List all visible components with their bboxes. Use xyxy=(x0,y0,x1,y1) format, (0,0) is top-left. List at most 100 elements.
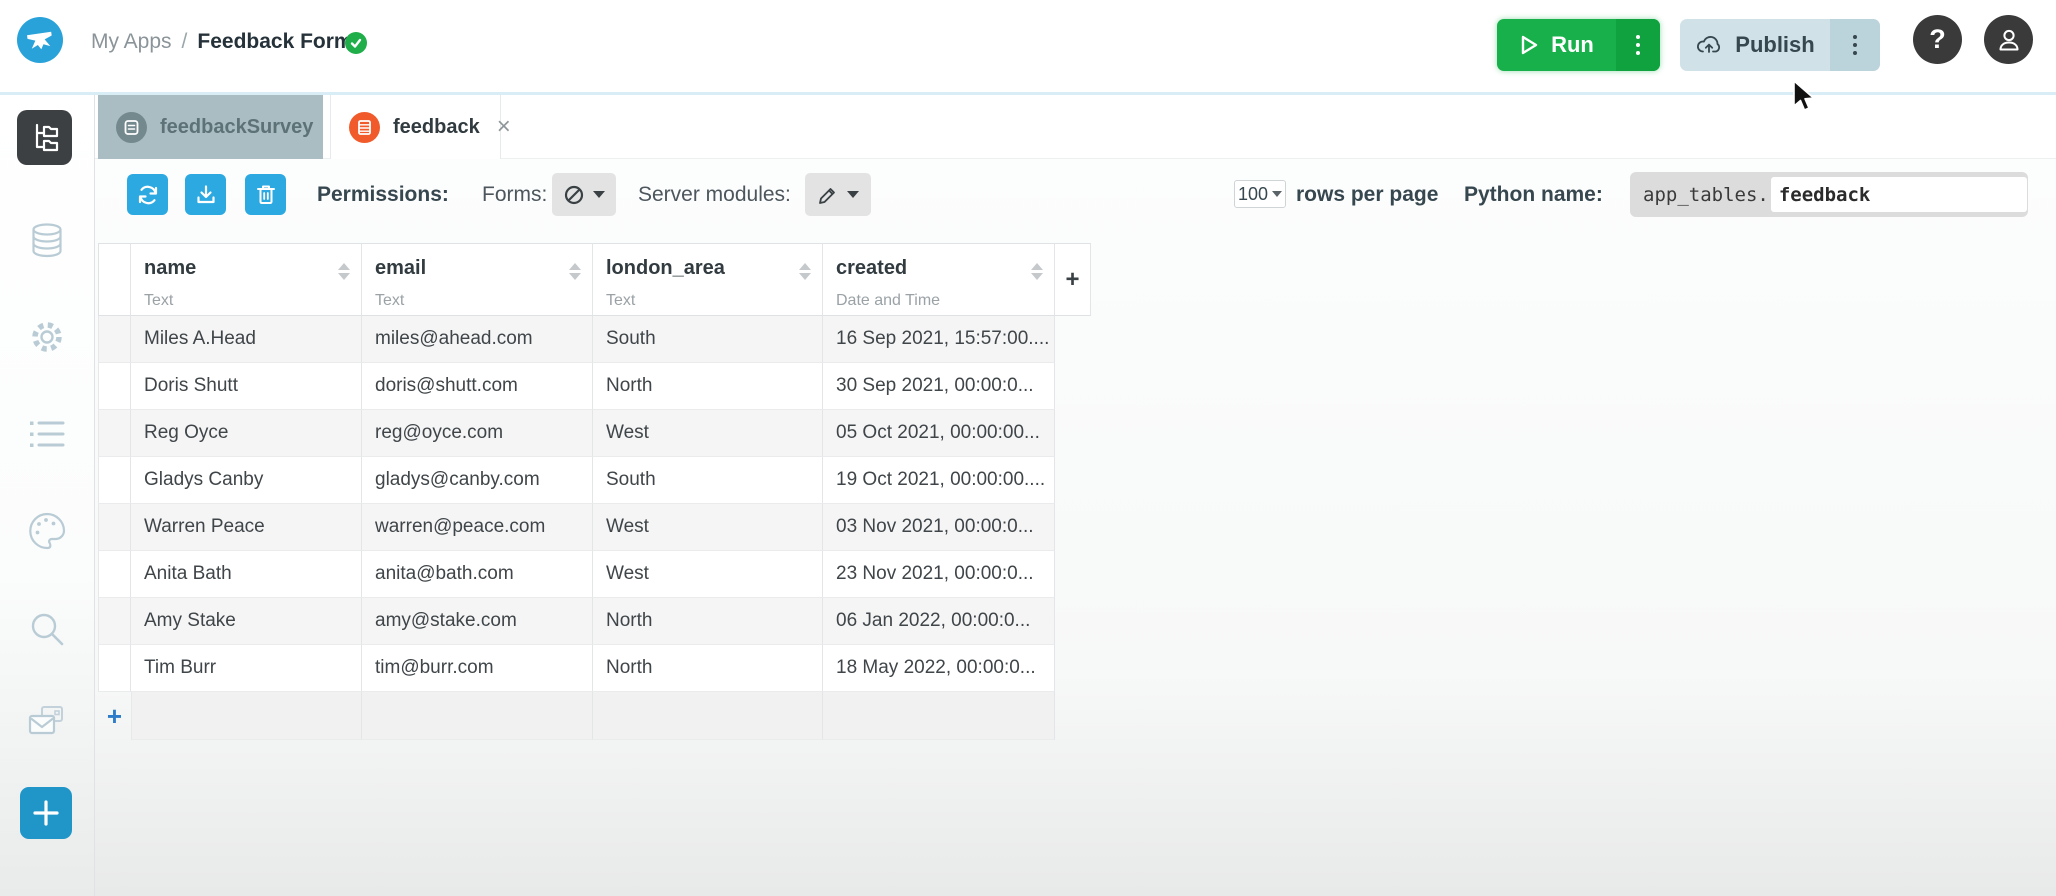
tab-feedback-table[interactable]: feedback × xyxy=(330,95,511,159)
sidebar-add-button[interactable] xyxy=(20,787,72,839)
export-table-button[interactable] xyxy=(185,174,226,215)
row-gutter[interactable] xyxy=(98,363,131,410)
tab-feedback-survey[interactable]: feedbackSurvey xyxy=(98,95,323,159)
sort-icon[interactable] xyxy=(569,263,581,280)
row-gutter[interactable] xyxy=(98,551,131,598)
table-cell[interactable]: Amy Stake xyxy=(131,598,362,645)
tab-label: feedbackSurvey xyxy=(160,115,314,138)
table-row: Tim Burr tim@burr.com North 18 May 2022,… xyxy=(98,645,1091,692)
table-cell[interactable]: South xyxy=(593,316,823,363)
breadcrumb-separator: / xyxy=(181,30,188,53)
table-cell[interactable]: 19 Oct 2021, 00:00:00.... xyxy=(823,457,1055,504)
search-icon xyxy=(26,608,68,650)
close-tab-icon[interactable]: × xyxy=(497,115,511,139)
sidebar-item-theme[interactable] xyxy=(25,509,69,553)
table-cell[interactable]: Tim Burr xyxy=(131,645,362,692)
refresh-table-button[interactable] xyxy=(127,174,168,215)
empty-cell[interactable] xyxy=(823,692,1055,740)
verified-badge-icon xyxy=(345,32,367,54)
sidebar-item-app-browser[interactable] xyxy=(17,110,72,165)
table-cell[interactable]: North xyxy=(593,645,823,692)
publish-options-button[interactable] xyxy=(1830,19,1880,71)
table-cell[interactable]: West xyxy=(593,551,823,598)
row-gutter[interactable] xyxy=(98,645,131,692)
list-icon xyxy=(26,416,68,452)
table-cell[interactable]: 06 Jan 2022, 00:00:0... xyxy=(823,598,1055,645)
row-gutter[interactable] xyxy=(98,504,131,551)
account-button[interactable] xyxy=(1984,15,2033,64)
table-cell[interactable]: North xyxy=(593,363,823,410)
add-row-button[interactable]: + xyxy=(98,692,131,740)
server-permission-dropdown[interactable] xyxy=(805,173,871,216)
table-cell[interactable]: 23 Nov 2021, 00:00:0... xyxy=(823,551,1055,598)
sort-icon[interactable] xyxy=(799,263,811,280)
forms-permission-label: Forms: xyxy=(482,183,548,206)
row-gutter[interactable] xyxy=(98,598,131,645)
row-gutter[interactable] xyxy=(98,457,131,504)
breadcrumb-my-apps[interactable]: My Apps xyxy=(91,30,172,53)
table-cell[interactable]: amy@stake.com xyxy=(362,598,593,645)
table-cell[interactable]: Doris Shutt xyxy=(131,363,362,410)
table-cell[interactable]: gladys@canby.com xyxy=(362,457,593,504)
table-cell[interactable]: tim@burr.com xyxy=(362,645,593,692)
sidebar-item-data-tables[interactable] xyxy=(25,219,69,263)
delete-table-button[interactable] xyxy=(245,174,286,215)
row-gutter[interactable] xyxy=(98,316,131,363)
row-gutter[interactable] xyxy=(98,410,131,457)
help-button[interactable]: ? xyxy=(1913,15,1962,64)
rows-per-page-label: rows per page xyxy=(1296,183,1439,206)
run-button-label: Run xyxy=(1551,32,1594,57)
python-name-input[interactable] xyxy=(1770,177,2027,212)
empty-cell[interactable] xyxy=(362,692,593,740)
table-cell[interactable]: 03 Nov 2021, 00:00:0... xyxy=(823,504,1055,551)
table-cell[interactable]: Gladys Canby xyxy=(131,457,362,504)
sidebar-item-outline[interactable] xyxy=(25,412,69,456)
table-cell[interactable]: 05 Oct 2021, 00:00:00... xyxy=(823,410,1055,457)
table-cell[interactable]: Warren Peace xyxy=(131,504,362,551)
empty-cell[interactable] xyxy=(593,692,823,740)
table-cell[interactable]: anita@bath.com xyxy=(362,551,593,598)
column-header-created[interactable]: created Date and Time xyxy=(823,243,1055,316)
sort-icon[interactable] xyxy=(1031,263,1043,280)
anvil-logo-icon[interactable] xyxy=(17,17,63,63)
column-header-name[interactable]: name Text xyxy=(131,243,362,316)
table-row: Amy Stake amy@stake.com North 06 Jan 202… xyxy=(98,598,1091,645)
kebab-icon xyxy=(1636,35,1640,55)
sidebar-item-services[interactable] xyxy=(25,700,69,744)
table-cell[interactable]: Miles A.Head xyxy=(131,316,362,363)
table-cell[interactable]: West xyxy=(593,504,823,551)
column-header-london-area[interactable]: london_area Text xyxy=(593,243,823,316)
table-cell[interactable]: doris@shutt.com xyxy=(362,363,593,410)
run-button[interactable]: Run xyxy=(1497,19,1660,71)
table-cell[interactable]: warren@peace.com xyxy=(362,504,593,551)
table-cell[interactable]: miles@ahead.com xyxy=(362,316,593,363)
table-row: Anita Bath anita@bath.com West 23 Nov 20… xyxy=(98,551,1091,598)
add-column-button[interactable]: + xyxy=(1055,243,1091,316)
table-row: Gladys Canby gladys@canby.com South 19 O… xyxy=(98,457,1091,504)
table-cell[interactable]: 30 Sep 2021, 00:00:0... xyxy=(823,363,1055,410)
sidebar-item-search[interactable] xyxy=(25,607,69,651)
sort-icon[interactable] xyxy=(338,263,350,280)
run-options-button[interactable] xyxy=(1616,19,1660,71)
table-cell[interactable]: North xyxy=(593,598,823,645)
table-cell[interactable]: West xyxy=(593,410,823,457)
database-icon xyxy=(25,219,69,263)
table-icon xyxy=(349,111,380,143)
table-row: Doris Shutt doris@shutt.com North 30 Sep… xyxy=(98,363,1091,410)
table-cell[interactable]: 16 Sep 2021, 15:57:00.... xyxy=(823,316,1055,363)
empty-cell[interactable] xyxy=(131,692,362,740)
left-sidebar xyxy=(0,95,95,896)
breadcrumb: My Apps / Feedback Form xyxy=(91,30,353,54)
publish-button[interactable]: Publish xyxy=(1680,19,1880,71)
table-cell[interactable]: South xyxy=(593,457,823,504)
forms-permission-dropdown[interactable] xyxy=(552,173,616,216)
sidebar-item-settings[interactable] xyxy=(25,315,69,359)
python-name-pill: app_tables. xyxy=(1630,172,2028,217)
rows-per-page-select[interactable]: 100 xyxy=(1234,180,1286,208)
column-header-email[interactable]: email Text xyxy=(362,243,593,316)
new-row: + xyxy=(98,692,1091,740)
table-cell[interactable]: reg@oyce.com xyxy=(362,410,593,457)
table-cell[interactable]: Anita Bath xyxy=(131,551,362,598)
table-cell[interactable]: Reg Oyce xyxy=(131,410,362,457)
table-cell[interactable]: 18 May 2022, 00:00:0... xyxy=(823,645,1055,692)
